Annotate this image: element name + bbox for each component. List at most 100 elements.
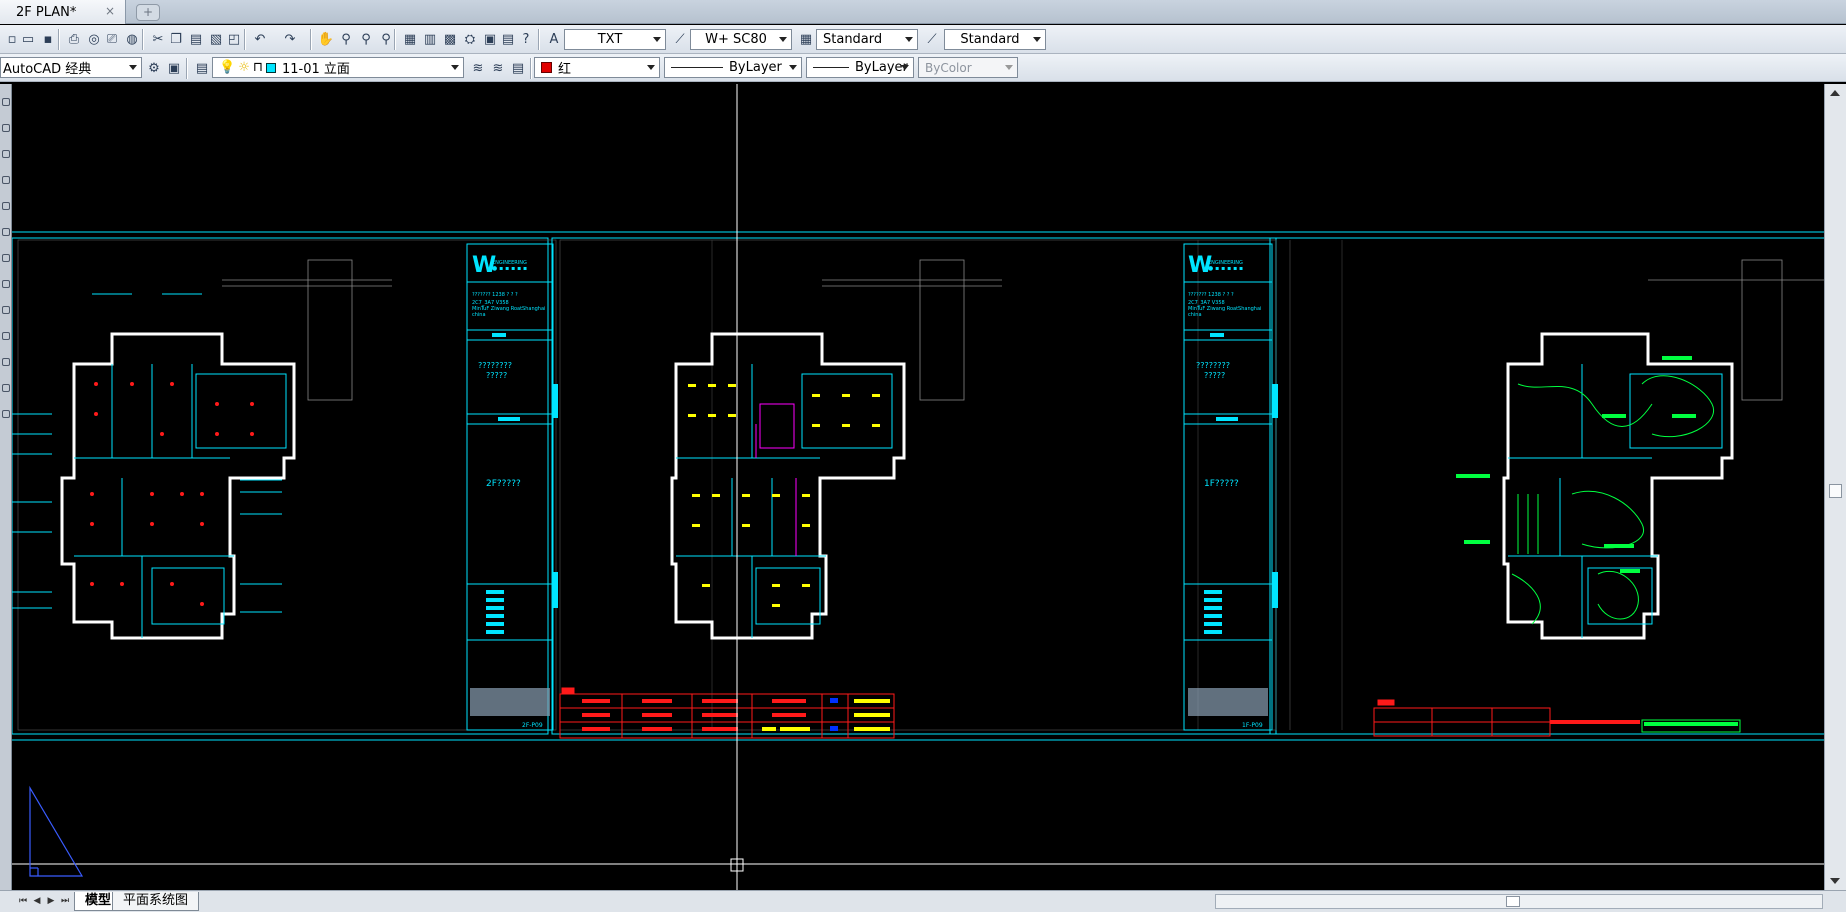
arc-tool-icon[interactable] xyxy=(2,176,10,184)
table-tool-icon[interactable] xyxy=(2,384,10,392)
svg-text:● ▪ ▪ ▪ ▪ ▪: ● ▪ ▪ ▪ ▪ ▪ xyxy=(492,265,527,272)
lineweight-sample xyxy=(813,67,849,68)
insert-block-icon[interactable] xyxy=(2,280,10,288)
svg-text:??????? 1238 ? ? ?: ??????? 1238 ? ? ? xyxy=(472,292,518,298)
ellipse-tool-icon[interactable] xyxy=(2,254,10,262)
standard-toolbar: ▫ ▭ ▪ ⎙ ◎ ⎚ ◍ ✂ ❐ ▤ ▧ ◰ ↶ ↷ ✋ ⚲ ⚲ ⚲ ▦ ▥ … xyxy=(0,25,1846,54)
svg-text:1F-P09: 1F-P09 xyxy=(1242,722,1263,729)
svg-text:2F-P09: 2F-P09 xyxy=(522,722,543,729)
svg-text:china: china xyxy=(472,312,486,318)
region-tool-icon[interactable] xyxy=(2,358,10,366)
lineweight-select[interactable]: ByLayer xyxy=(806,57,914,78)
first-layout-icon[interactable]: ⏮ xyxy=(18,896,28,907)
multileader-style-icon[interactable]: ⟋ xyxy=(922,29,942,49)
svg-text:??????? 1238 ? ? ?: ??????? 1238 ? ? ? xyxy=(1188,292,1234,298)
make-current-layer-icon[interactable]: ≋ xyxy=(468,58,488,78)
copy-icon[interactable]: ❐ xyxy=(166,29,186,49)
plot-style-select: ByColor xyxy=(918,57,1018,78)
print-icon[interactable]: ⎙ xyxy=(64,29,84,49)
properties-icon[interactable]: ▦ xyxy=(400,29,420,49)
layer-manager-icon[interactable]: ▤ xyxy=(192,58,212,78)
workspace-select[interactable]: AutoCAD 经典 xyxy=(0,57,142,78)
text-style-icon[interactable]: A xyxy=(544,29,564,49)
svg-text:2F?????: 2F????? xyxy=(486,479,521,489)
rectangle-tool-icon[interactable] xyxy=(2,150,10,158)
color-swatch xyxy=(541,62,552,73)
layer-thaw-icon: ☼ xyxy=(238,60,250,75)
document-tab[interactable]: 2F PLAN* × xyxy=(0,0,126,24)
cut-icon[interactable]: ✂ xyxy=(148,29,168,49)
print-preview-icon[interactable]: ◎ xyxy=(84,29,104,49)
polyline-tool-icon[interactable] xyxy=(2,124,10,132)
circle-tool-icon[interactable] xyxy=(2,202,10,210)
layout-tab-bar: ⏮ ◀ ▶ ⏭ 模型 平面系统图 xyxy=(0,890,1846,912)
zoom-previous-icon[interactable]: ⚲ xyxy=(376,29,396,49)
table-style-select[interactable]: Standard xyxy=(816,29,918,50)
block-editor-icon[interactable]: ◰ xyxy=(224,29,244,49)
layers-properties-toolbar: AutoCAD 经典 ⚙ ▣ ▤ 💡 ☼ ⊓ 11-01 立面 ≋ ≋ ▤ 红 … xyxy=(0,54,1846,82)
color-select[interactable]: 红 xyxy=(534,57,660,78)
layer-select[interactable]: 💡 ☼ ⊓ 11-01 立面 xyxy=(212,57,464,78)
spline-tool-icon[interactable] xyxy=(2,228,10,236)
next-layout-icon[interactable]: ▶ xyxy=(46,896,56,907)
quickcalc-icon[interactable]: ▤ xyxy=(498,29,518,49)
mtext-tool-icon[interactable] xyxy=(2,410,10,418)
tab-layout-plan-system[interactable]: 平面系统图 xyxy=(112,892,200,911)
horizontal-scrollbar[interactable] xyxy=(1215,894,1823,909)
ucs-icon xyxy=(29,785,84,877)
undo-icon[interactable]: ↶ xyxy=(250,29,270,49)
line-tool-icon[interactable] xyxy=(2,98,10,106)
design-center-icon[interactable]: ▥ xyxy=(420,29,440,49)
sheet-frame-2 xyxy=(551,237,1277,735)
crosshair-cursor xyxy=(730,84,744,890)
vertical-scrollbar[interactable] xyxy=(1824,84,1846,890)
svg-text:1F?????: 1F????? xyxy=(1204,479,1239,489)
layer-previous-icon[interactable]: ≋ xyxy=(488,58,508,78)
point-tool-icon[interactable] xyxy=(2,306,10,314)
dimension-style-icon[interactable]: ⟋ xyxy=(670,29,690,49)
last-layout-icon[interactable]: ⏭ xyxy=(60,896,70,907)
legend-table-red xyxy=(559,687,895,739)
svg-text:?????: ????? xyxy=(486,371,507,380)
multileader-style-select[interactable]: Standard xyxy=(944,29,1046,50)
layer-state-icon[interactable]: ▤ xyxy=(508,58,528,78)
redo-icon[interactable]: ↷ xyxy=(280,29,300,49)
help-icon[interactable]: ? xyxy=(516,29,536,49)
svg-text:● ▪ ▪ ▪ ▪ ▪: ● ▪ ▪ ▪ ▪ ▪ xyxy=(1208,265,1243,272)
pan-icon[interactable]: ✋ xyxy=(316,29,336,49)
hatch-tool-icon[interactable] xyxy=(2,332,10,340)
close-icon[interactable]: × xyxy=(103,4,117,18)
document-tab-bar: 2F PLAN* × + xyxy=(0,0,1846,24)
floor-plan-1 xyxy=(12,259,392,640)
workspace-customize-icon[interactable]: ▣ xyxy=(164,58,184,78)
scroll-up-icon[interactable] xyxy=(1830,90,1840,96)
tool-palettes-icon[interactable]: ▩ xyxy=(440,29,460,49)
paste-icon[interactable]: ▤ xyxy=(186,29,206,49)
previous-layout-icon[interactable]: ◀ xyxy=(32,896,42,907)
horizontal-scroll-thumb[interactable] xyxy=(1506,896,1520,907)
linetype-select[interactable]: ByLayer xyxy=(664,57,802,78)
scroll-down-icon[interactable] xyxy=(1830,878,1840,884)
draw-toolbar xyxy=(0,84,12,890)
plot-icon[interactable]: ⎚ xyxy=(102,29,122,49)
legend-table-sheet3 xyxy=(1373,699,1741,737)
text-style-select[interactable]: TXT xyxy=(564,29,666,50)
zoom-realtime-icon[interactable]: ⚲ xyxy=(336,29,356,49)
drawing-canvas[interactable]: W ENGINEERING ● ▪ ▪ ▪ ▪ ▪ ??????? 1238 ?… xyxy=(12,84,1824,890)
workspace-settings-icon[interactable]: ⚙ xyxy=(144,58,164,78)
vertical-scroll-thumb[interactable] xyxy=(1829,484,1842,498)
save-icon[interactable]: ▪ xyxy=(38,29,58,49)
markup-icon[interactable]: ▣ xyxy=(480,29,500,49)
new-tab-button[interactable]: + xyxy=(136,4,160,21)
publish-icon[interactable]: ◍ xyxy=(122,29,142,49)
table-style-icon[interactable]: ▦ xyxy=(796,29,816,49)
zoom-window-icon[interactable]: ⚲ xyxy=(356,29,376,49)
dimension-style-select[interactable]: W+ SC80 xyxy=(690,29,792,50)
title-block-1: W ENGINEERING ● ▪ ▪ ▪ ▪ ▪ ??????? 1238 ?… xyxy=(466,243,558,731)
match-properties-icon[interactable]: ▧ xyxy=(206,29,226,49)
linetype-sample xyxy=(671,67,723,68)
sheet-set-icon[interactable]: ⛭ xyxy=(460,29,480,49)
open-icon[interactable]: ▭ xyxy=(18,29,38,49)
svg-text:????????: ???????? xyxy=(478,361,512,370)
sheet-frame-3 xyxy=(1269,237,1824,735)
